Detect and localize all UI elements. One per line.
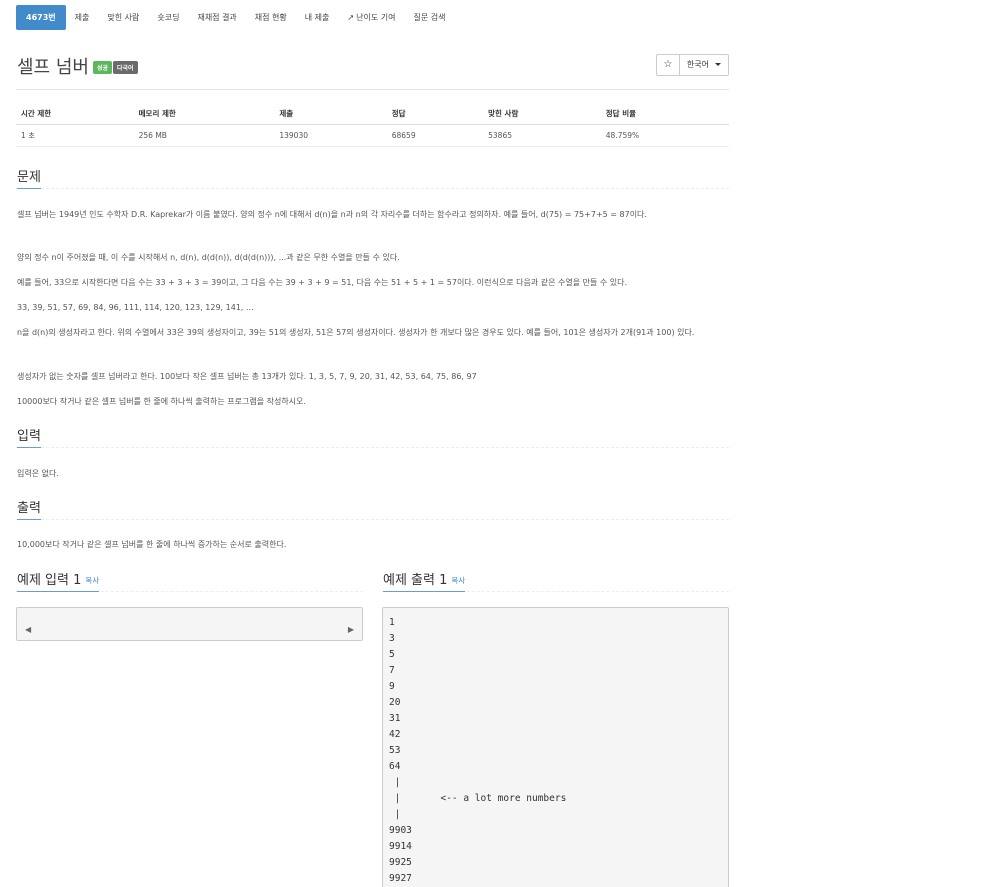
problem-section-header: 문제 [16, 166, 729, 189]
problem-section-title: 문제 [17, 166, 41, 189]
header-time-limit: 시간 제한 [16, 104, 134, 125]
sample-output-label: 예제 출력 1 [383, 573, 448, 588]
scroll-left-arrow-icon[interactable]: ◀ [25, 625, 31, 634]
problem-tabs: 4673번 제출 맞힌 사람 숏코딩 재채점 결과 채점 현황 내 제출 ↗ 난이… [16, 5, 454, 30]
header-submissions: 제출 [274, 104, 387, 125]
sample-input-title: 예제 입력 1 복사 [17, 569, 100, 592]
copy-sample-input-button[interactable]: 복사 [85, 576, 99, 585]
caret-down-icon [715, 63, 721, 66]
star-icon[interactable]: ☆ [655, 54, 680, 76]
tab-submit[interactable]: 제출 [66, 5, 99, 30]
sample-output-box[interactable]: 1 3 5 7 9 20 31 42 53 64 | | <-- a lot m… [382, 607, 729, 887]
value-submissions: 139030 [274, 124, 387, 147]
output-section-title: 출력 [17, 497, 41, 520]
tab-my-submissions[interactable]: 내 제출 [296, 5, 339, 30]
tab-difficulty-contribution[interactable]: ↗ 난이도 기여 [338, 5, 404, 30]
multilang-badge: 다국어 [113, 61, 138, 74]
header-accept-ratio: 정답 비율 [600, 104, 729, 125]
problem-paragraph: 예를 들어, 33으로 시작한다면 다음 수는 33 + 3 + 3 = 39이… [17, 278, 628, 287]
value-accepted: 68659 [386, 124, 484, 147]
problem-info-table: 시간 제한 메모리 제한 제출 정답 맞힌 사람 정답 비율 1 초 256 M… [16, 104, 729, 147]
problem-paragraph: n을 d(n)의 생성자라고 한다. 위의 수열에서 33은 39의 생성자이고… [17, 328, 695, 337]
problem-paragraph: 10000보다 작거나 같은 셀프 넘버를 한 줄에 하나씩 출력하는 프로그램… [17, 397, 306, 406]
external-link-icon: ↗ [347, 13, 355, 22]
language-label: 한국어 [686, 60, 709, 69]
sample-output-title: 예제 출력 1 복사 [383, 569, 466, 592]
info-header-row: 시간 제한 메모리 제한 제출 정답 맞힌 사람 정답 비율 [16, 104, 729, 125]
tab-problem[interactable]: 4673번 [16, 5, 66, 30]
value-solved-users: 53865 [483, 124, 601, 147]
tab-difficulty-label: 난이도 기여 [356, 13, 396, 22]
input-section-header: 입력 [16, 425, 729, 448]
horizontal-scrollbar[interactable] [35, 627, 344, 633]
sample-output-header: 예제 출력 1 복사 [382, 569, 729, 592]
sample-input-label: 예제 입력 1 [17, 573, 82, 588]
tab-rejudge-results[interactable]: 재채점 결과 [188, 5, 245, 30]
value-memory-limit: 256 MB [133, 124, 275, 147]
tab-solved-users[interactable]: 맞힌 사람 [98, 5, 148, 30]
header-memory-limit: 메모리 제한 [133, 104, 275, 125]
header-solved-users: 맞힌 사람 [483, 104, 601, 125]
sample-output-text: 1 3 5 7 9 20 31 42 53 64 | | <-- a lot m… [389, 617, 567, 884]
scroll-right-arrow-icon[interactable]: ▶ [348, 625, 354, 634]
output-section-header: 출력 [16, 497, 729, 520]
header-accepted: 정답 [386, 104, 484, 125]
problem-title: 셀프 넘버 [17, 57, 89, 78]
problem-paragraph: 생성자가 없는 숫자를 셀프 넘버라고 한다. 100보다 작은 셀프 넘버는 … [17, 372, 477, 381]
problem-paragraph: 33, 39, 51, 57, 69, 84, 96, 111, 114, 12… [17, 303, 254, 312]
sample-input-header: 예제 입력 1 복사 [16, 569, 363, 592]
output-description: 10,000보다 작거나 같은 셀프 넘버를 한 줄에 하나씩 증가하는 순서로… [17, 540, 287, 549]
tab-judge-status[interactable]: 채점 현황 [246, 5, 296, 30]
problem-header: 셀프 넘버 성공 다국어 ☆ 한국어 [17, 53, 729, 79]
info-value-row: 1 초 256 MB 139030 68659 53865 48.759% [16, 124, 729, 147]
header-buttons: ☆ 한국어 [655, 54, 729, 76]
solved-badge: 성공 [92, 61, 113, 74]
copy-sample-output-button[interactable]: 복사 [451, 576, 465, 585]
sample-input-box[interactable]: ◀ ▶ [16, 607, 363, 641]
problem-paragraph: 셀프 넘버는 1949년 인도 수학자 D.R. Kaprekar가 이름 붙였… [17, 210, 647, 219]
value-time-limit: 1 초 [16, 124, 134, 147]
problem-title-wrap: 셀프 넘버 성공 다국어 [17, 53, 138, 79]
input-description: 입력은 없다. [17, 469, 59, 478]
problem-paragraph: 양의 정수 n이 주어졌을 때, 이 수를 시작해서 n, d(n), d(d(… [17, 253, 400, 262]
value-accept-ratio: 48.759% [600, 124, 729, 147]
input-section-title: 입력 [17, 425, 41, 448]
tab-short-coding[interactable]: 숏코딩 [148, 5, 188, 30]
divider [16, 89, 729, 90]
tab-question-search[interactable]: 질문 검색 [404, 5, 454, 30]
language-dropdown[interactable]: 한국어 [679, 54, 729, 76]
